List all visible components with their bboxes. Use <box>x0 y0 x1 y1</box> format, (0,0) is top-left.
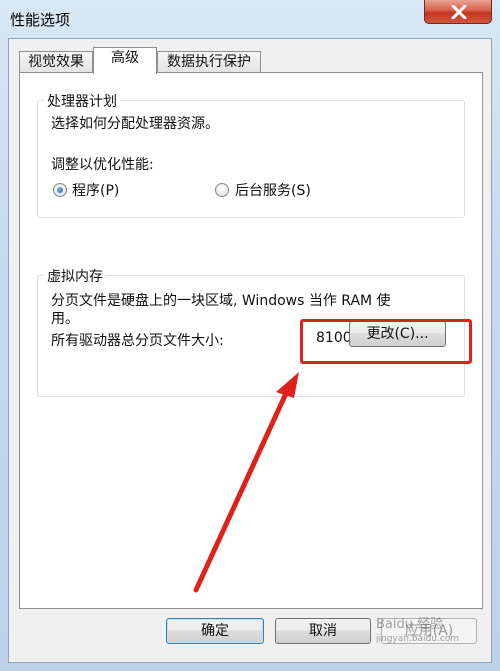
processor-scheduling-group: 处理器计划 选择如何分配处理器资源。 调整以优化性能: 程序(P) 后台服务(S… <box>37 91 465 218</box>
background-services-radio-label[interactable]: 后台服务(S) <box>235 180 311 200</box>
virtual-memory-title: 虚拟内存 <box>44 266 106 286</box>
virtual-memory-description-line1: 分页文件是硬盘上的一块区域, Windows 当作 RAM 使 <box>51 293 391 309</box>
cancel-button[interactable]: 取消 <box>275 618 371 644</box>
ok-button[interactable]: 确定 <box>166 618 264 644</box>
annotation-highlight-box <box>300 319 472 364</box>
total-paging-label: 所有驱动器总分页文件大小: <box>51 333 224 349</box>
processor-scheduling-title: 处理器计划 <box>44 91 120 111</box>
tab-visual-effects[interactable]: 视觉效果 <box>19 51 93 73</box>
watermark: Baidu 经验 jingyan.baidu.com <box>376 618 459 646</box>
tab-advanced[interactable]: 高级 <box>93 47 157 74</box>
tab-data-execution-prevention[interactable]: 数据执行保护 <box>157 51 261 73</box>
performance-options-window: 性能选项 视觉效果 高级 数据执行保护 处理器计划 选择如何分配处理器资源。 调… <box>0 0 500 671</box>
close-button[interactable] <box>424 0 492 24</box>
virtual-memory-description-line2: 用。 <box>51 311 79 327</box>
title-bar[interactable]: 性能选项 <box>0 0 500 38</box>
processor-description: 选择如何分配处理器资源。 <box>51 116 219 132</box>
watermark-sub: jingyan.baidu.com <box>376 634 460 644</box>
watermark-main: Baidu 经验 <box>376 617 444 632</box>
window-title: 性能选项 <box>10 11 71 29</box>
programs-radio-label[interactable]: 程序(P) <box>72 180 119 200</box>
optimize-label: 调整以优化性能: <box>51 157 154 173</box>
programs-radio[interactable] <box>53 183 67 197</box>
background-services-radio[interactable] <box>215 183 229 197</box>
close-icon <box>451 5 467 19</box>
